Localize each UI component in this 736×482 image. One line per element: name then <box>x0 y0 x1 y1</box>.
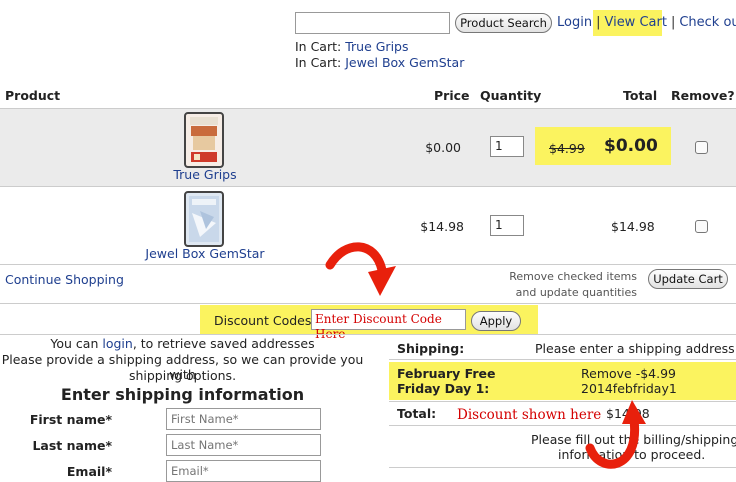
login-link[interactable]: Login <box>557 15 592 30</box>
promo-label: February Free <box>397 366 496 381</box>
shipping-label: Shipping: <box>397 341 465 356</box>
product-image-true-grips[interactable] <box>184 112 224 168</box>
in-cart-line: In Cart: Jewel Box GemStar <box>295 55 464 70</box>
quantity-input[interactable]: 1 <box>490 136 524 157</box>
shipping-value: Please enter a shipping address <box>535 341 735 356</box>
product-name-link[interactable]: True Grips <box>125 167 285 182</box>
header-price: Price <box>434 88 470 103</box>
product-box-icon <box>189 196 219 242</box>
promo-remove-value: Remove -$4.99 <box>581 366 676 381</box>
search-input[interactable] <box>295 12 450 34</box>
divider <box>0 303 736 304</box>
divider <box>389 401 736 402</box>
first-name-field[interactable] <box>166 408 321 430</box>
last-name-field[interactable] <box>166 434 321 456</box>
divider <box>389 467 736 468</box>
price-cell: $0.00 <box>425 140 461 155</box>
remove-note: Remove checked items <box>509 270 637 283</box>
divider <box>0 186 736 187</box>
shipping-heading: Enter shipping information <box>60 385 305 404</box>
divider <box>389 359 736 360</box>
in-cart-label: In Cart: <box>295 39 342 54</box>
total-cell: $14.98 <box>611 219 655 234</box>
header-total: Total <box>623 88 658 103</box>
promo-code-value: 2014febfriday1 <box>581 381 677 396</box>
discount-code-input[interactable]: Enter Discount Code Here <box>311 309 466 341</box>
header-remove: Remove? <box>671 88 735 103</box>
login-hint: You can login, to retrieve saved address… <box>0 336 365 351</box>
total-value: $14.98 <box>606 406 650 421</box>
discount-shown-annotation: Discount shown here <box>457 407 602 423</box>
divider <box>0 334 736 335</box>
header-product: Product <box>5 88 61 103</box>
header-quantity: Quantity <box>480 88 542 103</box>
separator: | <box>596 15 601 30</box>
billing-note: Please fill out the billing/shipping <box>531 432 736 447</box>
in-cart-item-link[interactable]: True Grips <box>345 39 408 54</box>
total-label: Total: <box>397 406 437 421</box>
product-box-icon <box>190 117 218 162</box>
remove-checkbox[interactable] <box>695 220 708 233</box>
product-search-button[interactable]: Product Search <box>455 13 552 33</box>
divider <box>0 264 736 265</box>
old-total: $4.99 <box>549 141 585 156</box>
login-hint-text: You can <box>50 336 103 351</box>
divider <box>389 425 736 426</box>
checkout-link[interactable]: Check out <box>679 15 736 30</box>
in-cart-item-link[interactable]: Jewel Box GemStar <box>345 55 464 70</box>
in-cart-label: In Cart: <box>295 55 342 70</box>
in-cart-line: In Cart: True Grips <box>295 39 409 54</box>
product-name-link[interactable]: Jewel Box GemStar <box>125 246 285 261</box>
discount-label: Discount Codes: <box>214 313 316 328</box>
billing-note: information to proceed. <box>558 447 706 462</box>
separator: | <box>670 15 676 30</box>
price-cell: $14.98 <box>420 219 464 234</box>
shipping-hint: shipping options. <box>128 368 237 383</box>
remove-checkbox[interactable] <box>695 141 708 154</box>
view-cart-link[interactable]: View Cart <box>604 15 666 30</box>
promo-label: Friday Day 1: <box>397 381 490 396</box>
product-image-jewel-box[interactable] <box>184 191 224 247</box>
remove-note: and update quantities <box>515 286 637 299</box>
email-label: Email* <box>66 464 112 479</box>
email-field[interactable] <box>166 460 321 482</box>
login-hint-text: , to retrieve saved addresses <box>132 336 315 351</box>
top-links: Login|View Cart|Check out <box>557 15 736 30</box>
apply-button[interactable]: Apply <box>471 311 521 331</box>
last-name-label: Last name* <box>32 438 112 453</box>
quantity-input[interactable]: 1 <box>490 215 524 236</box>
update-cart-button[interactable]: Update Cart <box>648 269 728 289</box>
continue-shopping-link[interactable]: Continue Shopping <box>5 272 124 287</box>
discounted-total: $0.00 <box>604 136 658 156</box>
curved-arrow-icon <box>325 242 396 296</box>
login-link[interactable]: login <box>102 336 132 351</box>
first-name-label: First name* <box>29 412 112 427</box>
